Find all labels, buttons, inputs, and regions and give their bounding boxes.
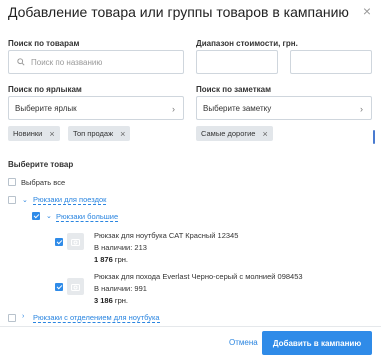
tag-text: Топ продаж [73, 129, 114, 138]
remove-tag-icon[interactable]: × [120, 129, 125, 139]
product-price: 3 186 грн. [94, 296, 128, 305]
choose-product-label: Выберите товар [8, 160, 74, 169]
price-value: 3 186 [94, 296, 113, 305]
labels-select[interactable]: Выберите ярлык › [8, 96, 184, 120]
labels-filter-label: Поиск по ярлыкам [8, 85, 82, 94]
group-name: Рюкзаки большие [56, 212, 119, 222]
notes-select[interactable]: Выберите заметку › [196, 96, 372, 120]
product-name: Рюкзак для похода Everlast Черно-серый с… [94, 272, 303, 281]
search-icon [17, 58, 25, 66]
group-name: Рюкзаки для поездок [33, 195, 107, 205]
select-all-label: Выбрать все [21, 178, 66, 187]
note-tag: Самые дорогие × [196, 126, 273, 141]
price-currency: грн. [114, 296, 129, 305]
chevron-right-icon: › [360, 104, 363, 114]
labels-select-value: Выберите ярлык [15, 103, 77, 113]
product-checkbox[interactable] [55, 283, 63, 291]
group-link[interactable]: Рюкзаки для поездок [33, 195, 107, 205]
footer-divider [0, 326, 381, 327]
chevron-right-icon[interactable]: › [22, 313, 24, 320]
image-placeholder-icon [71, 283, 80, 291]
product-thumbnail [67, 233, 84, 250]
product-stock: В наличии: 991 [94, 284, 147, 293]
label-tag: Топ продаж × [68, 126, 131, 141]
price-value: 1 876 [94, 255, 113, 264]
add-to-campaign-button[interactable]: Добавить в кампанию [262, 331, 372, 355]
cancel-button[interactable]: Отмена [229, 338, 258, 347]
group-checkbox[interactable] [8, 196, 16, 204]
select-all-checkbox[interactable] [8, 178, 16, 186]
product-price: 1 876 грн. [94, 255, 128, 264]
search-placeholder: Поиск по названию [31, 57, 103, 67]
group-link[interactable]: Рюкзаки с отделением для ноутбука [33, 313, 160, 323]
product-checkbox[interactable] [55, 238, 63, 246]
product-thumbnail [67, 278, 84, 295]
search-input[interactable]: Поиск по названию [8, 50, 184, 74]
tag-text: Новинки [13, 129, 43, 138]
notes-select-value: Выберите заметку [203, 103, 272, 113]
tag-text: Самые дорогие [201, 129, 256, 138]
close-icon[interactable]: × [363, 3, 371, 19]
modal-title: Добавление товара или группы товаров в к… [8, 4, 349, 20]
chevron-down-icon[interactable]: ⌄ [22, 196, 28, 204]
chevron-down-icon[interactable]: ⌄ [46, 212, 52, 220]
add-products-modal: Добавление товара или группы товаров в к… [0, 0, 381, 361]
image-placeholder-icon [71, 238, 80, 246]
group-checkbox[interactable] [8, 314, 16, 322]
group-link[interactable]: Рюкзаки большие [56, 212, 119, 222]
notes-filter-label: Поиск по заметкам [196, 85, 272, 94]
group-checkbox[interactable] [32, 212, 40, 220]
price-to-input[interactable] [290, 50, 372, 74]
price-from-input[interactable] [196, 50, 278, 74]
chevron-right-icon: › [172, 104, 175, 114]
label-tag: Новинки × [8, 126, 60, 141]
remove-tag-icon[interactable]: × [49, 129, 54, 139]
scrollbar-thumb[interactable] [373, 130, 375, 144]
price-currency: грн. [114, 255, 129, 264]
remove-tag-icon[interactable]: × [262, 129, 267, 139]
group-name: Рюкзаки с отделением для ноутбука [33, 313, 160, 323]
search-products-label: Поиск по товарам [8, 39, 80, 48]
price-range-label: Диапазон стоимости, грн. [196, 39, 298, 48]
product-name: Рюкзак для ноутбука CAT Красный 12345 [94, 231, 239, 240]
product-stock: В наличии: 213 [94, 243, 147, 252]
